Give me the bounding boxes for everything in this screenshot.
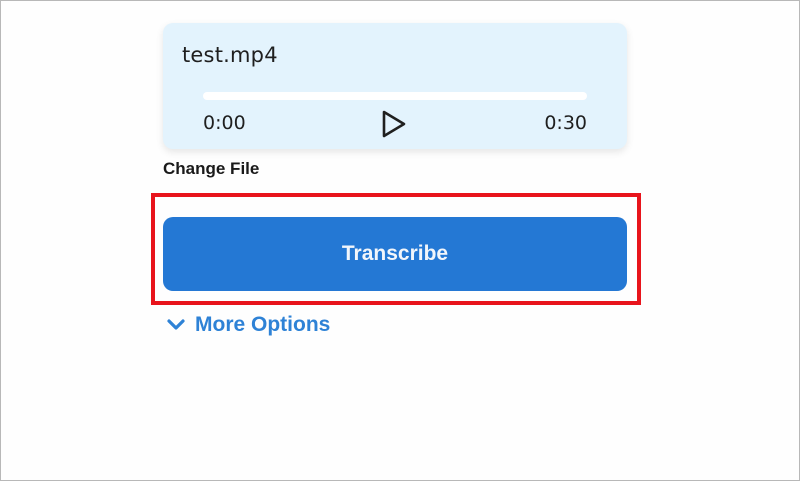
change-file-link[interactable]: Change File bbox=[163, 159, 259, 179]
more-options-toggle[interactable]: More Options bbox=[165, 313, 330, 337]
media-player-card: test.mp4 0:00 0:30 bbox=[163, 23, 627, 149]
progress-bar[interactable] bbox=[203, 92, 587, 100]
chevron-down-icon bbox=[165, 314, 187, 336]
file-name: test.mp4 bbox=[182, 43, 278, 67]
current-time: 0:00 bbox=[203, 112, 246, 134]
transcribe-button[interactable]: Transcribe bbox=[163, 217, 627, 291]
play-button[interactable] bbox=[379, 109, 409, 139]
transcribe-label: Transcribe bbox=[341, 242, 449, 265]
total-time: 0:30 bbox=[544, 112, 587, 134]
play-icon bbox=[382, 110, 406, 138]
app-window: test.mp4 0:00 0:30 Change File Transcrib… bbox=[0, 0, 800, 481]
more-options-label: More Options bbox=[195, 313, 331, 336]
